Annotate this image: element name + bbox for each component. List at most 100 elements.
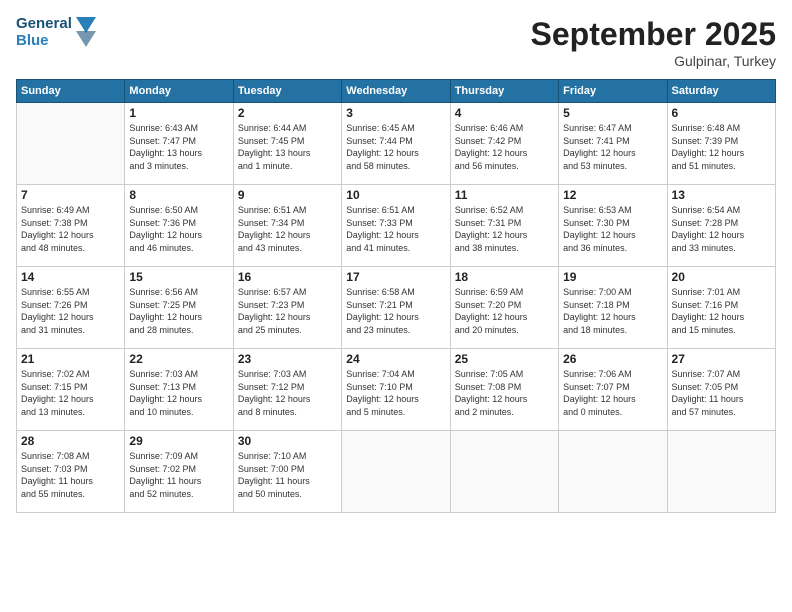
day-number: 15 bbox=[129, 270, 228, 284]
calendar-cell: 23 Sunrise: 7:03 AM Sunset: 7:12 PM Dayli… bbox=[233, 349, 341, 431]
calendar-cell: 3 Sunrise: 6:45 AM Sunset: 7:44 PM Daylig… bbox=[342, 103, 450, 185]
calendar-cell: 30 Sunrise: 7:10 AM Sunset: 7:00 PM Dayli… bbox=[233, 431, 341, 513]
day-number: 4 bbox=[455, 106, 554, 120]
day-info: Sunrise: 6:58 AM Sunset: 7:21 PM Dayligh… bbox=[346, 286, 445, 336]
day-number: 21 bbox=[21, 352, 120, 366]
day-info: Sunrise: 7:09 AM Sunset: 7:02 PM Dayligh… bbox=[129, 450, 228, 500]
day-number: 7 bbox=[21, 188, 120, 202]
day-number: 14 bbox=[21, 270, 120, 284]
logo-arrow-icon bbox=[76, 17, 96, 49]
calendar-cell bbox=[559, 431, 667, 513]
day-info: Sunrise: 7:07 AM Sunset: 7:05 PM Dayligh… bbox=[672, 368, 771, 418]
calendar-cell: 14 Sunrise: 6:55 AM Sunset: 7:26 PM Dayli… bbox=[17, 267, 125, 349]
calendar-cell: 6 Sunrise: 6:48 AM Sunset: 7:39 PM Daylig… bbox=[667, 103, 775, 185]
calendar-cell: 5 Sunrise: 6:47 AM Sunset: 7:41 PM Daylig… bbox=[559, 103, 667, 185]
title-block: September 2025 Gulpinar, Turkey bbox=[531, 16, 776, 69]
calendar-cell: 24 Sunrise: 7:04 AM Sunset: 7:10 PM Dayli… bbox=[342, 349, 450, 431]
day-number: 6 bbox=[672, 106, 771, 120]
day-info: Sunrise: 7:10 AM Sunset: 7:00 PM Dayligh… bbox=[238, 450, 337, 500]
day-number: 27 bbox=[672, 352, 771, 366]
day-number: 22 bbox=[129, 352, 228, 366]
day-number: 17 bbox=[346, 270, 445, 284]
day-info: Sunrise: 6:44 AM Sunset: 7:45 PM Dayligh… bbox=[238, 122, 337, 172]
day-info: Sunrise: 7:00 AM Sunset: 7:18 PM Dayligh… bbox=[563, 286, 662, 336]
day-number: 1 bbox=[129, 106, 228, 120]
day-number: 19 bbox=[563, 270, 662, 284]
day-number: 11 bbox=[455, 188, 554, 202]
subtitle: Gulpinar, Turkey bbox=[531, 53, 776, 69]
calendar-cell: 29 Sunrise: 7:09 AM Sunset: 7:02 PM Dayli… bbox=[125, 431, 233, 513]
calendar-cell: 27 Sunrise: 7:07 AM Sunset: 7:05 PM Dayli… bbox=[667, 349, 775, 431]
calendar-cell: 2 Sunrise: 6:44 AM Sunset: 7:45 PM Daylig… bbox=[233, 103, 341, 185]
calendar-cell: 12 Sunrise: 6:53 AM Sunset: 7:30 PM Dayli… bbox=[559, 185, 667, 267]
calendar-cell: 25 Sunrise: 7:05 AM Sunset: 7:08 PM Dayli… bbox=[450, 349, 558, 431]
day-number: 10 bbox=[346, 188, 445, 202]
day-number: 29 bbox=[129, 434, 228, 448]
calendar-cell: 28 Sunrise: 7:08 AM Sunset: 7:03 PM Dayli… bbox=[17, 431, 125, 513]
calendar-cell bbox=[667, 431, 775, 513]
day-info: Sunrise: 6:59 AM Sunset: 7:20 PM Dayligh… bbox=[455, 286, 554, 336]
day-header: Saturday bbox=[667, 80, 775, 103]
day-info: Sunrise: 6:45 AM Sunset: 7:44 PM Dayligh… bbox=[346, 122, 445, 172]
logo: General Blue bbox=[16, 16, 96, 49]
day-info: Sunrise: 6:47 AM Sunset: 7:41 PM Dayligh… bbox=[563, 122, 662, 172]
calendar-cell: 18 Sunrise: 6:59 AM Sunset: 7:20 PM Dayli… bbox=[450, 267, 558, 349]
day-header: Thursday bbox=[450, 80, 558, 103]
day-info: Sunrise: 7:02 AM Sunset: 7:15 PM Dayligh… bbox=[21, 368, 120, 418]
day-number: 26 bbox=[563, 352, 662, 366]
day-number: 25 bbox=[455, 352, 554, 366]
calendar-cell: 7 Sunrise: 6:49 AM Sunset: 7:38 PM Daylig… bbox=[17, 185, 125, 267]
calendar-cell: 17 Sunrise: 6:58 AM Sunset: 7:21 PM Dayli… bbox=[342, 267, 450, 349]
day-header: Friday bbox=[559, 80, 667, 103]
day-number: 12 bbox=[563, 188, 662, 202]
calendar-cell: 22Sunrise: 7:03 AM Sunset: 7:13 PM Dayli… bbox=[125, 349, 233, 431]
day-info: Sunrise: 6:48 AM Sunset: 7:39 PM Dayligh… bbox=[672, 122, 771, 172]
day-number: 3 bbox=[346, 106, 445, 120]
day-info: Sunrise: 7:06 AM Sunset: 7:07 PM Dayligh… bbox=[563, 368, 662, 418]
day-number: 9 bbox=[238, 188, 337, 202]
day-info: Sunrise: 6:51 AM Sunset: 7:33 PM Dayligh… bbox=[346, 204, 445, 254]
day-info: Sunrise: 6:43 AM Sunset: 7:47 PM Dayligh… bbox=[129, 122, 228, 172]
calendar-table: SundayMondayTuesdayWednesdayThursdayFrid… bbox=[16, 79, 776, 513]
calendar-cell: 4Sunrise: 6:46 AM Sunset: 7:42 PM Daylig… bbox=[450, 103, 558, 185]
calendar-cell: 1 Sunrise: 6:43 AM Sunset: 7:47 PM Daylig… bbox=[125, 103, 233, 185]
day-info: Sunrise: 6:54 AM Sunset: 7:28 PM Dayligh… bbox=[672, 204, 771, 254]
day-number: 8 bbox=[129, 188, 228, 202]
day-info: Sunrise: 7:05 AM Sunset: 7:08 PM Dayligh… bbox=[455, 368, 554, 418]
day-info: Sunrise: 6:53 AM Sunset: 7:30 PM Dayligh… bbox=[563, 204, 662, 254]
calendar-cell: 8 Sunrise: 6:50 AM Sunset: 7:36 PM Daylig… bbox=[125, 185, 233, 267]
calendar-cell: 13 Sunrise: 6:54 AM Sunset: 7:28 PM Dayli… bbox=[667, 185, 775, 267]
day-number: 16 bbox=[238, 270, 337, 284]
calendar-cell: 19 Sunrise: 7:00 AM Sunset: 7:18 PM Dayli… bbox=[559, 267, 667, 349]
calendar-cell: 15 Sunrise: 6:56 AM Sunset: 7:25 PM Dayli… bbox=[125, 267, 233, 349]
day-info: Sunrise: 6:55 AM Sunset: 7:26 PM Dayligh… bbox=[21, 286, 120, 336]
day-info: Sunrise: 7:08 AM Sunset: 7:03 PM Dayligh… bbox=[21, 450, 120, 500]
day-info: Sunrise: 7:03 AM Sunset: 7:12 PM Dayligh… bbox=[238, 368, 337, 418]
day-number: 24 bbox=[346, 352, 445, 366]
day-info: Sunrise: 6:49 AM Sunset: 7:38 PM Dayligh… bbox=[21, 204, 120, 254]
day-number: 20 bbox=[672, 270, 771, 284]
day-number: 28 bbox=[21, 434, 120, 448]
calendar-cell: 9 Sunrise: 6:51 AM Sunset: 7:34 PM Daylig… bbox=[233, 185, 341, 267]
day-header: Tuesday bbox=[233, 80, 341, 103]
month-title: September 2025 bbox=[531, 16, 776, 53]
day-number: 5 bbox=[563, 106, 662, 120]
day-header: Sunday bbox=[17, 80, 125, 103]
day-number: 30 bbox=[238, 434, 337, 448]
calendar-cell bbox=[342, 431, 450, 513]
calendar-cell: 26 Sunrise: 7:06 AM Sunset: 7:07 PM Dayli… bbox=[559, 349, 667, 431]
day-number: 18 bbox=[455, 270, 554, 284]
day-header: Wednesday bbox=[342, 80, 450, 103]
calendar-cell: 21 Sunrise: 7:02 AM Sunset: 7:15 PM Dayli… bbox=[17, 349, 125, 431]
day-info: Sunrise: 6:50 AM Sunset: 7:36 PM Dayligh… bbox=[129, 204, 228, 254]
day-number: 13 bbox=[672, 188, 771, 202]
calendar-cell: 20Sunrise: 7:01 AM Sunset: 7:16 PM Dayli… bbox=[667, 267, 775, 349]
day-header: Monday bbox=[125, 80, 233, 103]
day-info: Sunrise: 7:04 AM Sunset: 7:10 PM Dayligh… bbox=[346, 368, 445, 418]
day-info: Sunrise: 6:56 AM Sunset: 7:25 PM Dayligh… bbox=[129, 286, 228, 336]
day-info: Sunrise: 6:51 AM Sunset: 7:34 PM Dayligh… bbox=[238, 204, 337, 254]
day-number: 2 bbox=[238, 106, 337, 120]
calendar-cell: 11Sunrise: 6:52 AM Sunset: 7:31 PM Dayli… bbox=[450, 185, 558, 267]
day-number: 23 bbox=[238, 352, 337, 366]
day-info: Sunrise: 6:57 AM Sunset: 7:23 PM Dayligh… bbox=[238, 286, 337, 336]
